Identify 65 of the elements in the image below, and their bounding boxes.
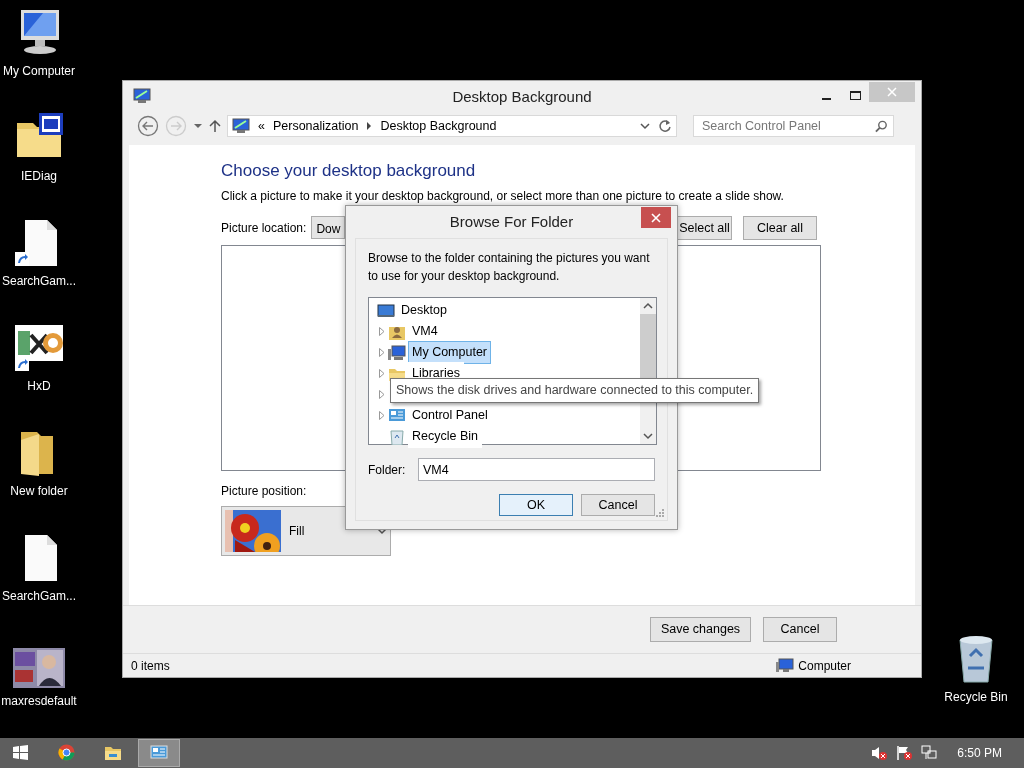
muted-speaker-icon[interactable]: [871, 745, 888, 761]
refresh-icon[interactable]: [658, 119, 672, 133]
ok-button[interactable]: OK: [499, 494, 573, 516]
start-icon: [12, 744, 30, 762]
computer-icon: [388, 344, 406, 361]
up-arrow-icon[interactable]: [209, 119, 221, 133]
icon-label[interactable]: New folder: [10, 482, 68, 500]
chevron-icon: [366, 122, 373, 130]
instruction-text: Browse to the folder containing the pictures you want to use for your desktop background.: [368, 250, 651, 285]
icon-label[interactable]: SearchGam...: [2, 587, 76, 605]
page-heading: Choose your desktop background: [221, 161, 477, 182]
status-location: Computer: [798, 657, 851, 675]
clock[interactable]: 6:50 PM: [957, 744, 1002, 762]
cancel-button[interactable]: Cancel: [763, 617, 837, 642]
icon-label[interactable]: maxresdefault: [1, 692, 77, 710]
icon-label[interactable]: HxD: [27, 377, 51, 395]
save-button[interactable]: Save changes: [650, 617, 751, 642]
clear-all-button[interactable]: Clear all: [743, 215, 817, 241]
icon-label[interactable]: IEDiag: [21, 167, 57, 185]
maximize-icon[interactable]: [849, 91, 861, 101]
cancel-button[interactable]: Cancel: [581, 494, 655, 516]
icon-label[interactable]: My Computer: [3, 62, 75, 80]
expand-arrow-icon[interactable]: [379, 411, 385, 420]
icon-label[interactable]: Recycle Bin: [944, 688, 1008, 706]
field-label: Folder:: [368, 461, 406, 479]
tooltip: Shows the disk drives and hardware connected to this computer.: [390, 378, 760, 403]
status-text: 0 items: [131, 657, 170, 675]
location-dropdown[interactable]: Dow: [311, 216, 346, 240]
control-panel-icon: [388, 407, 406, 424]
control-panel-icon: [232, 118, 250, 134]
dialog-title: Browse For Folder: [449, 212, 574, 232]
select-all-button[interactable]: Select all: [677, 215, 732, 241]
folder-field[interactable]: VM4: [418, 458, 655, 481]
field-label: Picture location:: [221, 219, 307, 237]
close-button[interactable]: [641, 207, 671, 228]
scroll-down-icon[interactable]: [643, 432, 653, 440]
search-icon[interactable]: [874, 119, 887, 133]
folder-icon: [104, 744, 122, 762]
breadcrumb-item[interactable]: Personalization: [272, 116, 359, 136]
caret-icon[interactable]: [193, 122, 203, 130]
chevron-down-icon: [377, 527, 387, 536]
chevron-down-icon[interactable]: [640, 122, 650, 130]
control-panel-icon: [150, 744, 168, 762]
field-label: Picture position:: [221, 483, 307, 501]
network-icon[interactable]: [921, 745, 938, 761]
browser-icon: [58, 744, 76, 762]
desktop-icon: [377, 302, 395, 319]
flag-icon[interactable]: [896, 745, 913, 761]
icon-label[interactable]: SearchGam...: [2, 272, 76, 290]
recycle-bin-icon: [388, 428, 406, 445]
back-button[interactable]: [137, 115, 159, 137]
expand-arrow-icon[interactable]: [379, 369, 385, 378]
expand-arrow-icon[interactable]: [379, 348, 385, 357]
window-title: Desktop Background: [452, 87, 592, 107]
breadcrumb-overflow[interactable]: «: [258, 116, 265, 136]
breadcrumb-item[interactable]: Desktop Background: [380, 116, 497, 136]
computer-icon: [776, 657, 795, 674]
expand-arrow-icon[interactable]: [379, 327, 385, 336]
control-panel-icon: [133, 88, 151, 104]
resize-grip-icon: [656, 509, 664, 517]
close-icon[interactable]: [651, 212, 661, 223]
description: Click a picture to make it your desktop background, or select more than one picture to create a slide show.: [221, 188, 785, 206]
expand-arrow-icon[interactable]: [379, 390, 385, 399]
tree-item[interactable]: My Computer: [408, 341, 492, 364]
scroll-up-icon[interactable]: [643, 302, 653, 310]
